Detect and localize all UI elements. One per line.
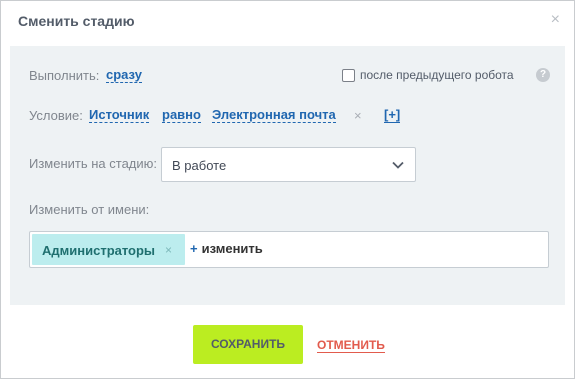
stage-select[interactable]: В работе: [161, 147, 416, 182]
condition-operator-link[interactable]: равно: [162, 107, 201, 123]
stage-selected-value: В работе: [172, 158, 227, 173]
save-button[interactable]: СОХРАНИТЬ: [193, 325, 303, 364]
condition-field-link[interactable]: Источник: [89, 107, 150, 123]
run-mode-link[interactable]: сразу: [106, 67, 142, 83]
settings-panel: Выполнить: сразу после предыдущего робот…: [10, 46, 565, 305]
add-condition-link[interactable]: [+]: [384, 107, 401, 123]
author-selector[interactable]: Администраторы × + изменить: [29, 231, 549, 268]
cancel-link[interactable]: ОТМЕНИТЬ: [317, 338, 385, 353]
author-chip-label: Администраторы: [42, 243, 156, 258]
author-chip: Администраторы ×: [32, 234, 185, 265]
condition-value-link[interactable]: Электронная почта: [212, 107, 336, 123]
condition-label: Условие:: [29, 108, 83, 123]
after-previous-checkbox[interactable]: [342, 69, 355, 82]
close-icon[interactable]: ×: [551, 12, 560, 28]
chip-remove-icon[interactable]: ×: [165, 243, 172, 257]
after-previous-label[interactable]: после предыдущего робота: [360, 68, 514, 82]
dialog-title: Сменить стадию: [18, 13, 135, 29]
chevron-down-icon: [392, 161, 404, 169]
run-label: Выполнить:: [29, 68, 100, 83]
change-author-link[interactable]: + изменить: [190, 241, 263, 256]
author-label: Изменить от имени:: [29, 202, 150, 217]
condition-remove-icon[interactable]: ×: [354, 108, 362, 123]
change-stage-dialog: Сменить стадию × Выполнить: сразу после …: [0, 0, 575, 379]
stage-label: Изменить на стадию:: [29, 156, 158, 171]
plus-icon: +: [190, 241, 198, 256]
change-author-label: изменить: [201, 241, 263, 256]
help-icon[interactable]: ?: [536, 68, 550, 82]
dialog-header: Сменить стадию ×: [1, 1, 574, 45]
